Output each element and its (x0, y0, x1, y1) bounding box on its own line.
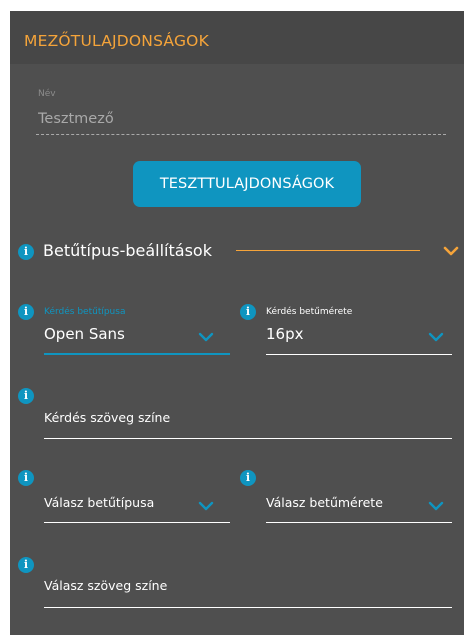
panel-title: MEZŐTULAJDONSÁGOK (24, 32, 209, 50)
info-icon[interactable]: i (18, 557, 34, 573)
question-size-value: 16px (266, 325, 304, 343)
panel-header: MEZŐTULAJDONSÁGOK (10, 11, 464, 64)
section-divider (236, 250, 420, 251)
field-underline (266, 521, 452, 523)
field-underline (44, 437, 452, 439)
info-icon[interactable]: i (240, 470, 256, 486)
chevron-down-icon[interactable] (443, 245, 459, 257)
field-underline (44, 606, 452, 608)
question-text-color-picker[interactable]: Kérdés szöveg színe (44, 391, 452, 439)
question-size-label: Kérdés betűmérete (266, 307, 353, 317)
field-properties-panel: MEZŐTULAJDONSÁGOK Név TESZTTULAJDONSÁGOK… (10, 11, 464, 635)
field-underline (44, 353, 230, 355)
answer-font-label: Válasz betűtípusa (44, 495, 155, 510)
name-field[interactable] (36, 103, 446, 135)
chevron-down-icon (198, 501, 214, 511)
question-text-color-label: Kérdés szöveg színe (44, 410, 171, 425)
answer-text-color-label: Válasz szöveg színe (44, 578, 168, 593)
question-size-select[interactable]: Kérdés betűmérete 16px (266, 307, 452, 355)
info-icon[interactable]: i (18, 470, 34, 486)
name-field-label: Név (38, 89, 56, 99)
answer-text-color-picker[interactable]: Válasz szöveg színe (44, 560, 452, 608)
field-underline (266, 353, 452, 355)
chevron-down-icon (428, 332, 444, 342)
answer-size-label: Válasz betűmérete (266, 495, 383, 510)
answer-size-select[interactable]: Válasz betűmérete (266, 473, 452, 523)
info-icon[interactable]: i (18, 388, 34, 404)
info-icon[interactable]: i (18, 304, 34, 320)
question-font-value: Open Sans (44, 325, 125, 343)
question-font-select[interactable]: Kérdés betűtípusa Open Sans (44, 307, 230, 355)
section-title-font-settings[interactable]: Betűtípus-beállítások (43, 241, 212, 260)
answer-font-select[interactable]: Válasz betűtípusa (44, 473, 230, 523)
chevron-down-icon (428, 501, 444, 511)
test-properties-button[interactable]: TESZTTULAJDONSÁGOK (133, 161, 361, 207)
info-icon[interactable]: i (18, 244, 34, 260)
info-icon[interactable]: i (240, 304, 256, 320)
question-font-label: Kérdés betűtípusa (44, 307, 126, 317)
field-underline (44, 521, 230, 523)
chevron-down-icon (198, 332, 214, 342)
